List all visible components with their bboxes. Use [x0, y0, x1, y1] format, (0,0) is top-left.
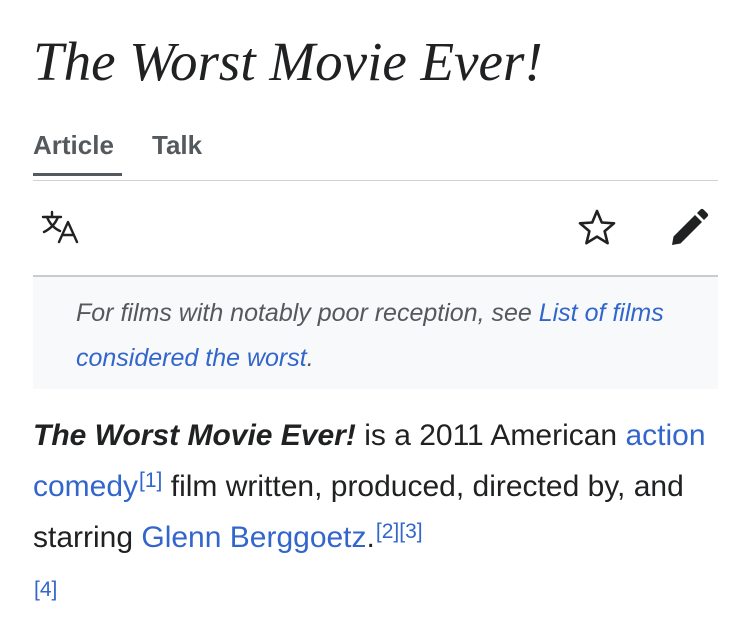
- star-icon: [576, 207, 618, 249]
- glenn-berggoetz-link[interactable]: Glenn Berggoetz: [141, 521, 366, 554]
- reference-4[interactable]: [4]: [34, 578, 57, 601]
- hatnote: For films with notably poor reception, s…: [33, 277, 718, 389]
- edit-button[interactable]: [668, 207, 710, 249]
- lead-text-1: is a 2011 American: [355, 419, 626, 452]
- tab-talk[interactable]: Talk: [152, 130, 202, 160]
- lead-text-3: .: [366, 521, 375, 554]
- namespace-tabs: Article Talk: [33, 122, 718, 181]
- reference-1[interactable]: [1]: [139, 469, 162, 492]
- pencil-icon: [668, 207, 710, 249]
- tab-article[interactable]: Article: [33, 130, 122, 176]
- hatnote-text: For films with notably poor reception, s…: [76, 299, 539, 327]
- reference-3[interactable]: [3]: [399, 520, 422, 543]
- watch-button[interactable]: [576, 207, 618, 249]
- reference-2[interactable]: [2]: [376, 520, 399, 543]
- page-title: The Worst Movie Ever!: [33, 31, 543, 92]
- language-icon: [39, 207, 81, 249]
- bold-title: The Worst Movie Ever!: [33, 419, 356, 452]
- page-actions-bar: [33, 181, 718, 277]
- hatnote-period: .: [306, 344, 314, 372]
- language-button[interactable]: [39, 207, 81, 249]
- lead-paragraph: The Worst Movie Ever! is a 2011 American…: [33, 410, 718, 614]
